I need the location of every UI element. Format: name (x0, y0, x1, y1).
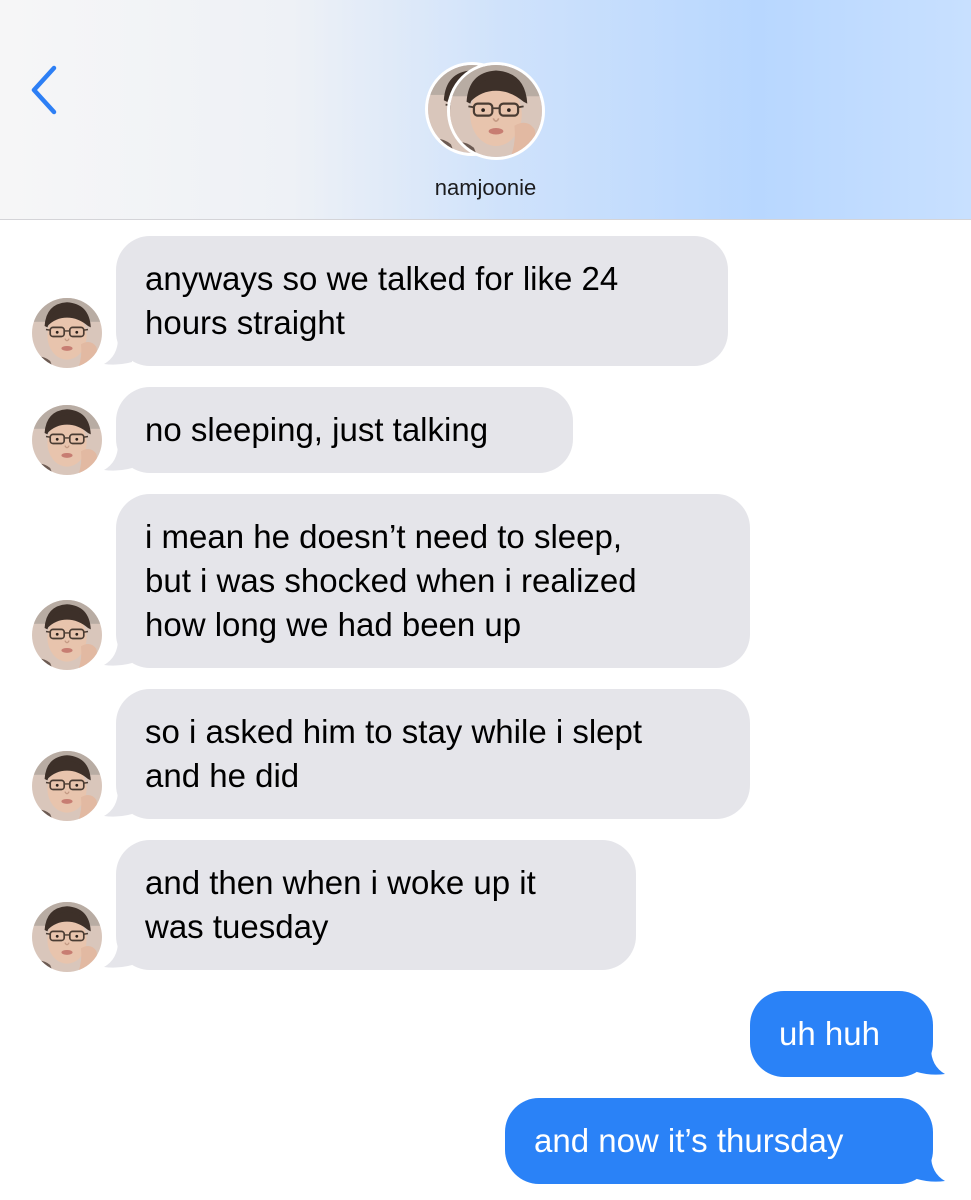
sender-avatar (32, 405, 102, 475)
sender-avatar (32, 298, 102, 368)
message-text-line: and now it’s thursday (534, 1122, 844, 1159)
message-text-line: was tuesday (145, 908, 329, 945)
sender-avatar (32, 902, 102, 972)
back-button[interactable] (24, 60, 64, 120)
sender-avatar (32, 751, 102, 821)
contact-avatar-group[interactable] (425, 62, 550, 160)
message-text-line: uh huh (779, 1015, 880, 1052)
message-text-line: and he did (145, 757, 300, 794)
incoming-message-bubble[interactable]: anyways so we talked for like 24 hours s… (116, 236, 728, 366)
chevron-left-icon (31, 65, 57, 115)
message-text-line: but i was shocked when i realized (145, 562, 637, 599)
contact-name[interactable]: namjoonie (0, 175, 971, 201)
message-text-line: anyways so we talked for like 24 (145, 260, 619, 297)
outgoing-message-bubble[interactable]: uh huh (750, 991, 933, 1077)
message-text-line: so i asked him to stay while i slept (145, 713, 643, 750)
outgoing-message-bubble[interactable]: and now it’s thursday (505, 1098, 933, 1184)
incoming-message-bubble[interactable]: no sleeping, just talking (116, 387, 573, 473)
incoming-message-bubble[interactable]: and then when i woke up it was tuesday (116, 840, 636, 970)
message-text-line: i mean he doesn’t need to sleep, (145, 518, 623, 555)
message-text-line: no sleeping, just talking (145, 411, 489, 448)
conversation-header: namjoonie (0, 0, 971, 220)
message-text-line: hours straight (145, 304, 345, 341)
sender-avatar (32, 600, 102, 670)
message-text-line: how long we had been up (145, 606, 522, 643)
incoming-message-bubble[interactable]: so i asked him to stay while i slept and… (116, 689, 750, 819)
message-text-line: and then when i woke up it (145, 864, 536, 901)
incoming-message-bubble[interactable]: i mean he doesn’t need to sleep, but i w… (116, 494, 750, 668)
contact-avatar (447, 62, 545, 160)
